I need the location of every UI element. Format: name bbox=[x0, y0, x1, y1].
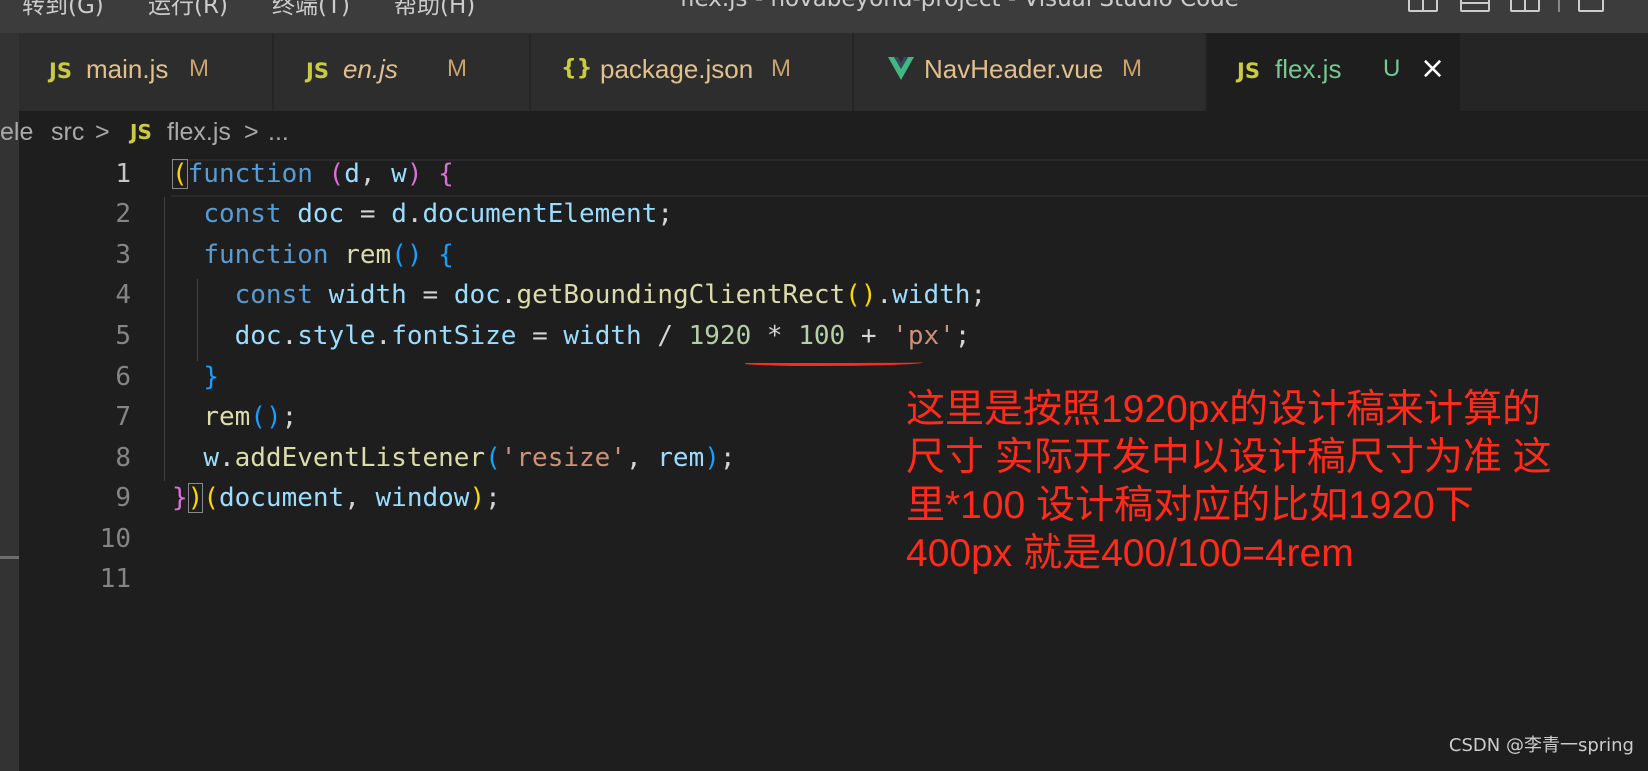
title-separator bbox=[1558, 0, 1560, 12]
js-file-icon: JS bbox=[49, 59, 72, 83]
breadcrumb-file[interactable]: flex.js bbox=[167, 118, 231, 147]
window-title: flex.js - novabeyond-project - Visual St… bbox=[680, 0, 1239, 12]
js-file-icon: JS bbox=[306, 59, 329, 83]
annotation-underline bbox=[745, 360, 923, 366]
js-file-icon: JS bbox=[130, 120, 152, 144]
tab-modified-badge: M bbox=[189, 55, 209, 82]
line-number: 7 bbox=[115, 402, 131, 432]
code-line: })(document, window); bbox=[172, 483, 501, 513]
toggle-secondary-sidebar-icon[interactable] bbox=[1510, 0, 1540, 12]
indent-guide bbox=[164, 197, 165, 481]
code-line: } bbox=[203, 362, 219, 392]
code-line: const doc = d.documentElement; bbox=[203, 199, 673, 229]
line-number: 4 bbox=[115, 280, 131, 310]
json-file-icon: {} bbox=[561, 56, 593, 81]
breadcrumb-cut-text: ele bbox=[0, 118, 34, 146]
annotation-line: 里*100 设计稿对应的比如1920下 bbox=[906, 484, 1474, 527]
tab-label: NavHeader.vue bbox=[924, 54, 1104, 84]
tab-label: main.js bbox=[86, 54, 169, 84]
line-number: 3 bbox=[115, 240, 131, 270]
code-line: rem(); bbox=[203, 402, 298, 432]
toggle-sidebar-icon[interactable] bbox=[1408, 0, 1438, 12]
code-line: (function (d, w) { bbox=[172, 159, 454, 189]
line-number: 5 bbox=[115, 321, 131, 351]
tab-label: package.json bbox=[600, 54, 754, 84]
toggle-panel-icon[interactable] bbox=[1460, 0, 1490, 12]
line-number: 10 bbox=[99, 524, 131, 554]
code-line: const width = doc.getBoundingClientRect(… bbox=[234, 280, 987, 310]
tab-label: en.js bbox=[343, 54, 398, 84]
menu-help[interactable]: 帮助(H) bbox=[394, 0, 475, 20]
watermark: CSDN @李青一spring bbox=[1448, 735, 1634, 756]
tab-flex-js[interactable]: JS flex.js U × bbox=[1207, 33, 1461, 111]
line-number: 11 bbox=[99, 564, 131, 594]
menu-run[interactable]: 运行(R) bbox=[148, 0, 228, 20]
tab-en-js[interactable]: JS en.js M bbox=[274, 33, 530, 111]
line-number: 9 bbox=[115, 483, 131, 513]
js-file-icon: JS bbox=[1237, 59, 1260, 83]
tab-label: flex.js bbox=[1275, 54, 1342, 84]
line-number: 8 bbox=[115, 443, 131, 473]
title-bar: 转到(G) 运行(R) 终端(T) 帮助(H) flex.js - novabe… bbox=[0, 0, 1648, 33]
customize-layout-icon[interactable] bbox=[1578, 0, 1604, 12]
breadcrumb: ele src > JS flex.js > ... bbox=[0, 111, 1648, 159]
menu-terminal[interactable]: 终端(T) bbox=[272, 0, 350, 20]
code-line: w.addEventListener('resize', rem); bbox=[203, 443, 736, 473]
annotation-line: 400px 就是400/100=4rem bbox=[906, 532, 1354, 575]
annotation-line: 尺寸 实际开发中以设计稿尺寸为准 这 bbox=[906, 436, 1552, 479]
tab-navheader-vue[interactable]: NavHeader.vue M bbox=[854, 33, 1206, 111]
tab-modified-badge: M bbox=[447, 55, 467, 82]
line-number: 6 bbox=[115, 362, 131, 392]
breadcrumb-more[interactable]: ... bbox=[268, 118, 289, 147]
chevron-right-icon: > bbox=[95, 118, 110, 146]
line-number: 2 bbox=[115, 199, 131, 229]
tab-main-js[interactable]: JS main.js M bbox=[19, 33, 273, 111]
tab-untracked-badge: U bbox=[1383, 55, 1401, 82]
tab-modified-badge: M bbox=[1122, 55, 1142, 82]
activity-indicator bbox=[0, 556, 19, 559]
breadcrumb-folder[interactable]: src bbox=[51, 118, 84, 147]
close-icon[interactable]: × bbox=[1420, 51, 1445, 86]
editor-tab-bar: JS main.js M JS en.js M {} package.json … bbox=[19, 33, 1648, 111]
annotation-line: 这里是按照1920px的设计稿来计算的 bbox=[906, 388, 1541, 431]
annotation-note: 这里是按照1920px的设计稿来计算的 尺寸 实际开发中以设计稿尺寸为准 这 里… bbox=[906, 386, 1648, 578]
line-number: 1 bbox=[115, 159, 131, 189]
code-line: doc.style.fontSize = width / 1920 * 100 … bbox=[234, 321, 971, 351]
menu-goto[interactable]: 转到(G) bbox=[22, 0, 104, 20]
tab-package-json[interactable]: {} package.json M bbox=[531, 33, 853, 111]
chevron-right-icon: > bbox=[244, 118, 259, 146]
tab-modified-badge: M bbox=[771, 55, 791, 82]
code-line: function rem() { bbox=[203, 240, 454, 270]
vue-icon bbox=[888, 57, 914, 80]
